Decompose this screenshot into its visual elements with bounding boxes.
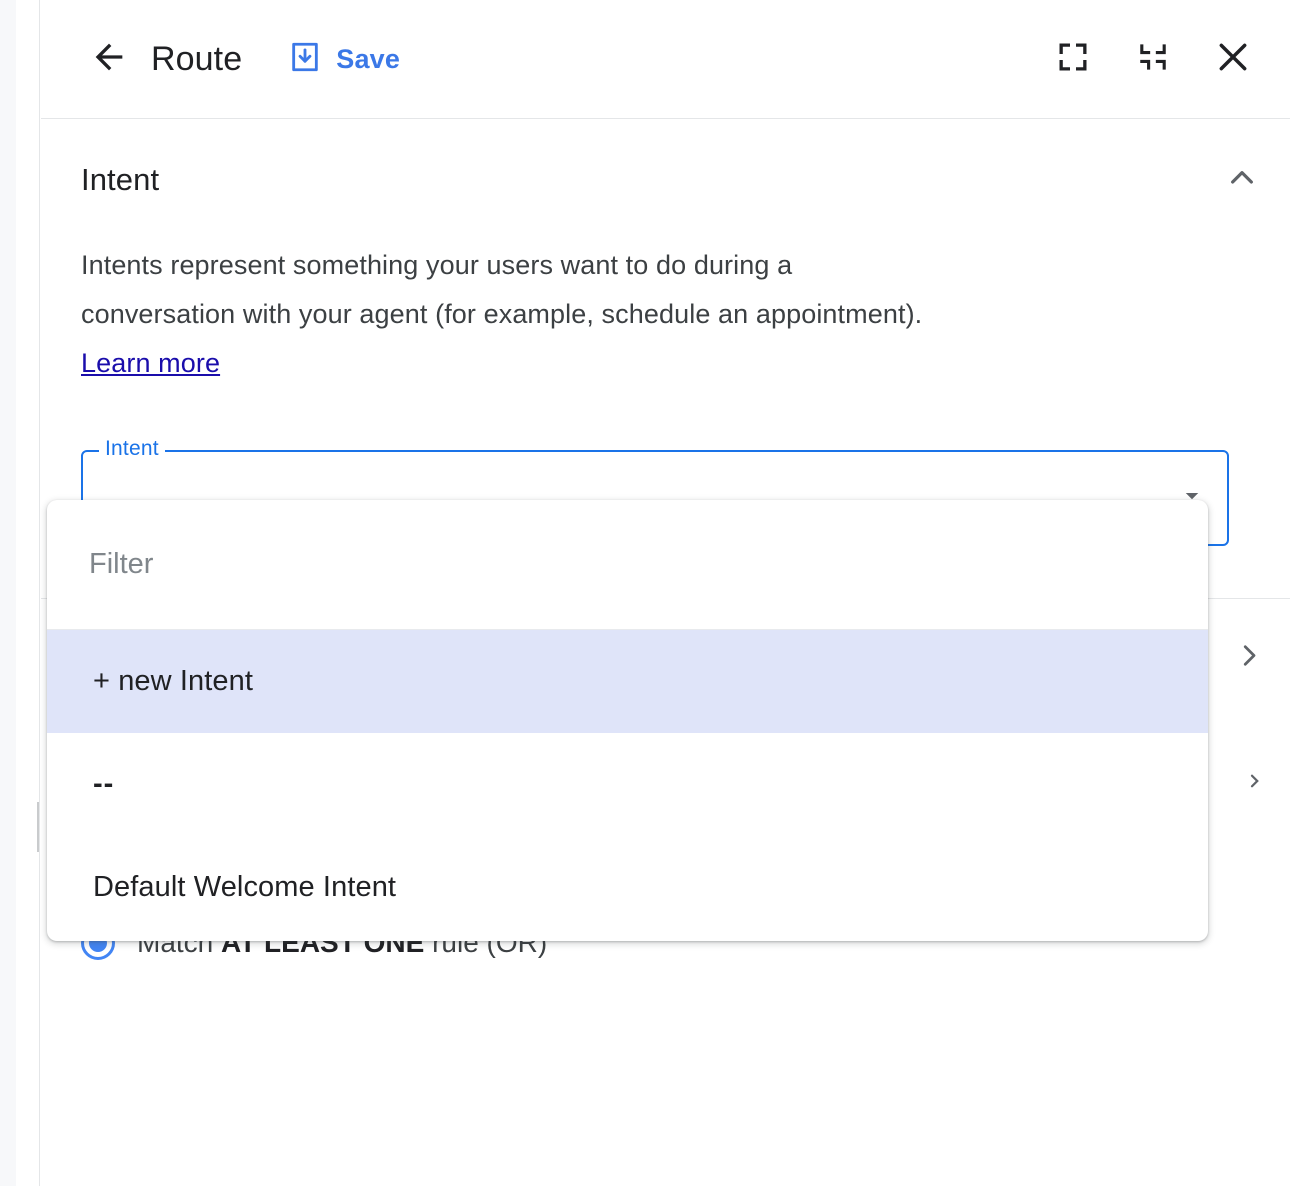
save-label: Save bbox=[336, 44, 400, 75]
page-title: Route bbox=[151, 40, 242, 79]
fullscreen-icon bbox=[1055, 39, 1091, 80]
condition-expand-button[interactable] bbox=[1234, 641, 1264, 676]
panel-header: Route Save bbox=[41, 0, 1290, 119]
drag-handle-line bbox=[37, 802, 39, 852]
panel-resizer-gutter[interactable] bbox=[16, 0, 40, 1186]
arrow-left-icon bbox=[89, 37, 129, 82]
intent-description-line-1: Intents represent something your users w… bbox=[81, 250, 792, 280]
save-button[interactable]: Save bbox=[288, 40, 400, 79]
intent-section-title: Intent bbox=[81, 162, 159, 198]
intent-description-line-2: conversation with your agent (for exampl… bbox=[81, 299, 922, 329]
route-panel-window: Route Save bbox=[0, 0, 1290, 1186]
fullscreen-exit-icon bbox=[1136, 40, 1170, 79]
intent-description: Intents represent something your users w… bbox=[81, 241, 1221, 388]
save-download-icon bbox=[288, 40, 322, 79]
intent-select-floating-label: Intent bbox=[99, 436, 165, 462]
intent-select-label-text: Intent bbox=[105, 437, 159, 461]
condition-expand-edge-chevron-icon bbox=[1246, 772, 1264, 795]
chevron-right-icon bbox=[1234, 658, 1264, 675]
intent-filter-input[interactable] bbox=[89, 548, 989, 581]
close-icon bbox=[1213, 37, 1253, 82]
intent-option-label: + new Intent bbox=[93, 665, 253, 698]
header-actions bbox=[1052, 38, 1254, 80]
fullscreen-button[interactable] bbox=[1052, 38, 1094, 80]
intent-section-header[interactable]: Intent bbox=[41, 119, 1290, 241]
intent-option-new-intent[interactable]: + new Intent bbox=[47, 630, 1208, 733]
close-button[interactable] bbox=[1212, 38, 1254, 80]
intent-dropdown-panel: + new Intent -- Default Welcome Intent bbox=[47, 500, 1208, 941]
fullscreen-exit-button[interactable] bbox=[1132, 38, 1174, 80]
intent-option-label: Default Welcome Intent bbox=[93, 871, 396, 904]
intent-option-default-welcome-intent[interactable]: Default Welcome Intent bbox=[47, 836, 1208, 939]
intent-option-label: -- bbox=[93, 768, 114, 801]
intent-dropdown-filter-row[interactable] bbox=[47, 500, 1208, 630]
intent-collapse-button[interactable] bbox=[1220, 158, 1264, 202]
back-button[interactable] bbox=[85, 35, 133, 83]
intent-option-none[interactable]: -- bbox=[47, 733, 1208, 836]
page-background-strip bbox=[0, 0, 16, 1186]
learn-more-link[interactable]: Learn more bbox=[81, 348, 220, 378]
chevron-up-icon bbox=[1226, 162, 1258, 199]
